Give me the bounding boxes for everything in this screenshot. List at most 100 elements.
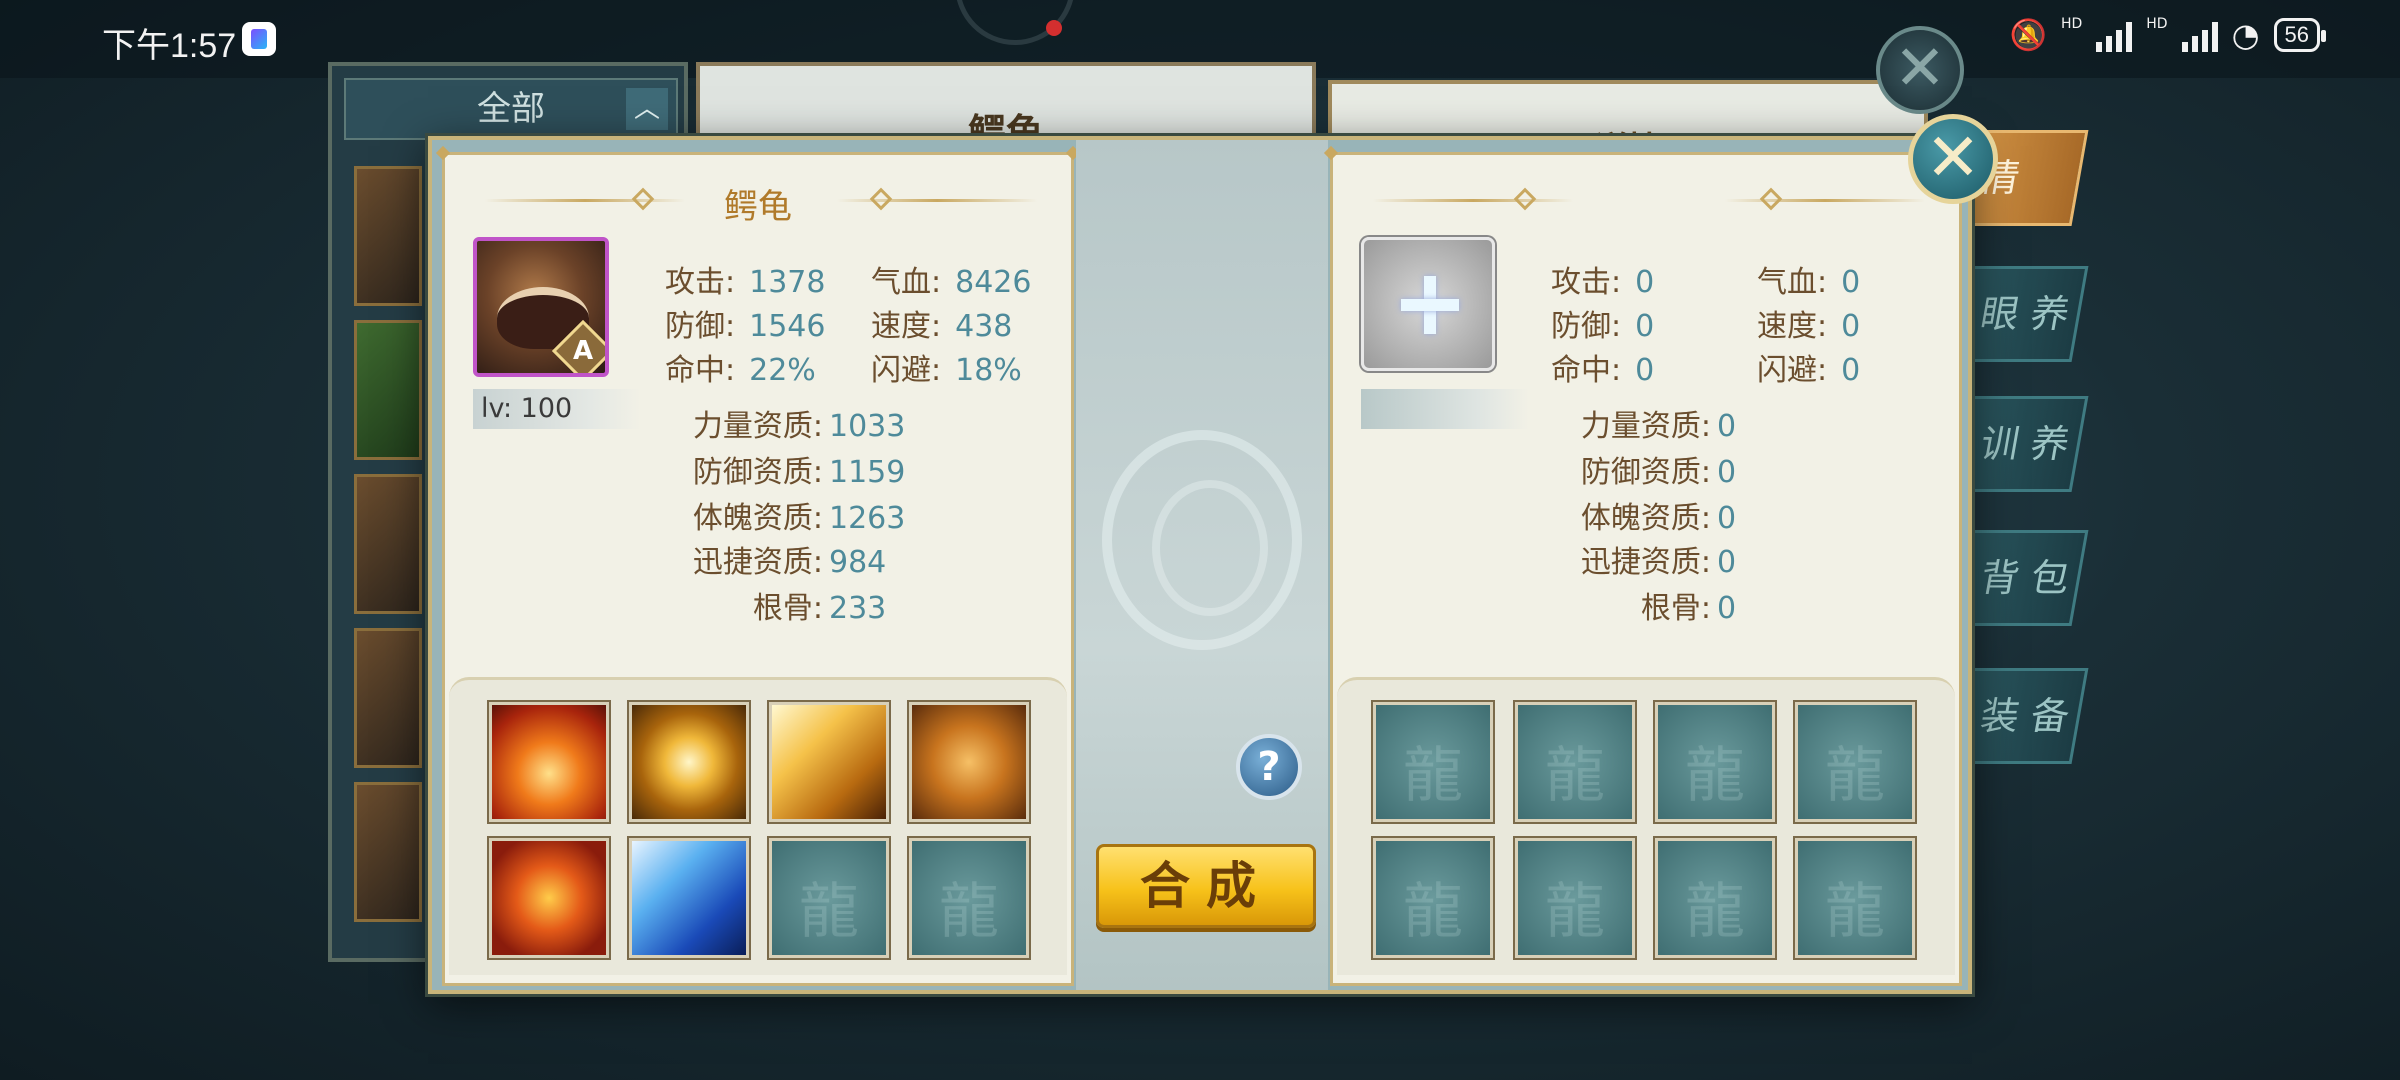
aptitude-label: 迅捷资质: bbox=[1580, 545, 1711, 580]
roaring-lion-skill-icon[interactable] bbox=[909, 702, 1029, 822]
aptitude-label: 迅捷资质: bbox=[692, 545, 823, 580]
aptitude-value: 0 bbox=[1717, 591, 1737, 626]
status-icons: 🔕 HD HD ◔ 56 bbox=[2010, 16, 2327, 54]
pet-name: 鳄龟 bbox=[724, 187, 792, 227]
battery-icon: 56 bbox=[2273, 18, 2327, 52]
corner-ornament bbox=[435, 145, 451, 161]
stat-label: 速度: bbox=[871, 309, 942, 344]
recording-dot-icon bbox=[1046, 20, 1062, 36]
background-close-icon[interactable]: ✕ bbox=[1876, 26, 1964, 114]
aptitude-agility: 迅捷资质: 0 bbox=[1547, 537, 1736, 581]
pet-list-item[interactable] bbox=[354, 320, 422, 460]
grade-badge: A bbox=[551, 319, 605, 373]
empty-skill-slot bbox=[1373, 838, 1493, 958]
aptitude-label: 力量资质: bbox=[692, 409, 823, 444]
synthesis-dialog: 鳄龟 A lv: 100 攻击: 1378 气血: 8426 防御: 1546 速度:… bbox=[428, 136, 1972, 994]
side-tab-label: 背 包 bbox=[1977, 556, 2073, 600]
stat-value: 0 bbox=[1841, 309, 1861, 344]
empty-skill-slot bbox=[1655, 838, 1775, 958]
side-tab-label: 眼 养 bbox=[1977, 292, 2073, 336]
side-tab-label: 装 备 bbox=[1977, 694, 2073, 738]
wifi-icon: ◔ bbox=[2231, 16, 2260, 54]
stat-label: 气血: bbox=[1757, 265, 1828, 300]
synthesize-button[interactable]: 合成 bbox=[1096, 844, 1316, 928]
pet-list-item[interactable] bbox=[354, 782, 422, 922]
aptitude-value: 984 bbox=[829, 545, 887, 580]
title-ornament bbox=[1725, 199, 1925, 202]
clock: 下午1:57 bbox=[102, 27, 237, 65]
stat-value: 0 bbox=[1635, 309, 1655, 344]
stat-speed: 速度: 438 bbox=[871, 301, 1012, 345]
stat-attack: 攻击: 1378 bbox=[665, 257, 825, 301]
stat-label: 闪避: bbox=[871, 353, 942, 388]
left-pet-panel: 鳄龟 A lv: 100 攻击: 1378 气血: 8426 防御: 1546 速度:… bbox=[435, 145, 1081, 986]
app-notification-icon bbox=[242, 22, 276, 56]
stat-speed: 速度: 0 bbox=[1757, 301, 1860, 345]
stat-attack: 攻击: 0 bbox=[1551, 257, 1654, 301]
empty-skill-slot bbox=[1515, 702, 1635, 822]
stat-value: 0 bbox=[1635, 353, 1655, 388]
aptitude-defense: 防御资质: 0 bbox=[1547, 447, 1736, 491]
pet-list-item[interactable] bbox=[354, 474, 422, 614]
stat-value: 0 bbox=[1841, 265, 1861, 300]
stat-hit: 命中: 0 bbox=[1551, 345, 1654, 389]
filter-tab[interactable]: 全部 ︿ bbox=[344, 78, 678, 140]
aptitude-label: 体魄资质: bbox=[692, 501, 823, 536]
side-tab-label: 训 养 bbox=[1977, 422, 2073, 466]
pet-list-item[interactable] bbox=[354, 628, 422, 768]
grade-label: A bbox=[572, 336, 594, 366]
stat-label: 攻击: bbox=[665, 265, 736, 300]
pet-level-empty bbox=[1361, 389, 1529, 429]
aptitude-bone: 根骨: 0 bbox=[1547, 583, 1736, 627]
fire-burst-skill-icon[interactable] bbox=[489, 702, 609, 822]
signal-icon bbox=[2096, 18, 2133, 52]
stat-value: 22% bbox=[749, 353, 816, 388]
aptitude-value: 1263 bbox=[829, 501, 906, 536]
stat-label: 闪避: bbox=[1757, 353, 1828, 388]
stat-dodge: 闪避: 0 bbox=[1757, 345, 1860, 389]
close-dialog-button[interactable]: ✕ bbox=[1908, 114, 1998, 204]
aptitude-bone: 根骨: 233 bbox=[659, 583, 886, 627]
stat-value: 438 bbox=[955, 309, 1013, 344]
empty-skill-slot bbox=[769, 838, 889, 958]
golden-sun-skill-icon[interactable] bbox=[629, 702, 749, 822]
blue-strike-skill-icon[interactable] bbox=[629, 838, 749, 958]
stat-label: 防御: bbox=[665, 309, 736, 344]
stat-hp: 气血: 0 bbox=[1757, 257, 1860, 301]
stat-label: 防御: bbox=[1551, 309, 1622, 344]
stat-label: 速度: bbox=[1757, 309, 1828, 344]
aptitude-value: 233 bbox=[829, 591, 887, 626]
aptitude-value: 0 bbox=[1717, 409, 1737, 444]
pet-list-item[interactable] bbox=[354, 166, 422, 306]
aptitude-physique: 体魄资质: 0 bbox=[1547, 493, 1736, 537]
aptitude-label: 体魄资质: bbox=[1580, 501, 1711, 536]
flame-orb-skill-icon[interactable] bbox=[489, 838, 609, 958]
signal-icon-2 bbox=[2181, 18, 2218, 52]
empty-skill-slot bbox=[1795, 702, 1915, 822]
stat-hit: 命中: 22% bbox=[665, 345, 816, 389]
filter-tab-label: 全部 bbox=[477, 89, 545, 129]
aptitude-value: 0 bbox=[1717, 455, 1737, 490]
help-button[interactable]: ? bbox=[1236, 734, 1302, 800]
aptitude-value: 0 bbox=[1717, 501, 1737, 536]
stat-value: 0 bbox=[1635, 265, 1655, 300]
stat-dodge: 闪避: 18% bbox=[871, 345, 1022, 389]
add-pet-button[interactable] bbox=[1361, 237, 1495, 371]
empty-skill-slot bbox=[909, 838, 1029, 958]
aptitude-label: 根骨: bbox=[1640, 591, 1711, 626]
empty-skill-slot bbox=[1515, 838, 1635, 958]
aptitude-label: 防御资质: bbox=[1580, 455, 1711, 490]
light-beam-skill-icon[interactable] bbox=[769, 702, 889, 822]
empty-skill-slot bbox=[1795, 838, 1915, 958]
chevron-up-icon[interactable]: ︿ bbox=[626, 88, 668, 130]
skill-grid bbox=[449, 677, 1067, 975]
pet-portrait[interactable]: A bbox=[473, 237, 609, 377]
stat-value: 0 bbox=[1841, 353, 1861, 388]
stat-value: 18% bbox=[955, 353, 1022, 388]
aptitude-physique: 体魄资质: 1263 bbox=[659, 493, 905, 537]
stat-value: 1378 bbox=[749, 265, 826, 300]
aptitude-label: 防御资质: bbox=[692, 455, 823, 490]
dragon-emblem-icon bbox=[1102, 430, 1302, 650]
aptitude-label: 根骨: bbox=[752, 591, 823, 626]
aptitude-value: 1033 bbox=[829, 409, 906, 444]
